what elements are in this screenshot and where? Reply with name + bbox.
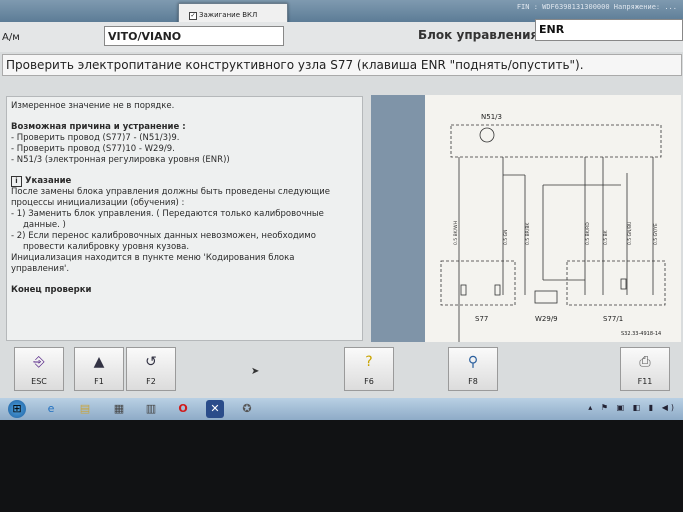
system-tray[interactable]: ▴ ⚑ ▣ ◧ ▮ ◀) [588, 403, 677, 412]
wire-label-1: 0.5 BK/WH [453, 221, 459, 245]
control-unit-field: ENR [535, 19, 683, 41]
f11-button[interactable]: ⎙ F11 [620, 347, 670, 391]
note-line-2: процессы инициализации (обучения) : [11, 198, 185, 208]
cause-line-3: - N51/3 (электронная регулировка уровня … [11, 155, 230, 165]
f8-button-label: F8 [468, 377, 478, 386]
wire-label-2: 0.5 GN [503, 230, 509, 245]
f2-button-label: F2 [146, 377, 156, 386]
wire-label-5: 0.5 BK [603, 229, 609, 245]
measured-value-text: Измеренное значение не в порядке. [11, 101, 175, 111]
document-icon: ▥ [145, 402, 157, 415]
diagram-label-w29-9: W29/9 [535, 315, 558, 323]
arrow-up-icon: ▲ [93, 354, 105, 370]
ignition-label: Зажигание ВКЛ [199, 11, 258, 19]
diagram-label-s77: S77 [475, 315, 488, 323]
cause-heading: Возможная причина и устранение : [11, 122, 186, 132]
control-unit-label: Блок управления [418, 28, 539, 42]
info-icon: i [11, 176, 22, 187]
wiring-diagram-frame: N51/3 0.5 BK/WH 0.5 GN 0.5 BR/BK 0.5 BK/… [371, 95, 681, 357]
note-heading-row: i Указание [11, 176, 358, 187]
mouse-cursor-icon: ➤ [251, 366, 260, 377]
f2-button[interactable]: ↺ F2 [126, 347, 176, 391]
app-icon: ▦ [113, 402, 125, 415]
test-step-title: Проверить электропитание конструктивного… [2, 54, 682, 76]
f1-button[interactable]: ▲ F1 [74, 347, 124, 391]
taskbar-app-1[interactable]: ▦ [110, 400, 128, 418]
u-turn-icon: ↺ [145, 354, 157, 370]
taskbar-app-2[interactable]: ▥ [142, 400, 160, 418]
xentry-icon: ✕ [210, 402, 220, 415]
fin-voltage-readout: FIN : WDF6398131300000 Напряжение: ... [516, 3, 677, 11]
note-line-7: Инициализация находится в пункте меню 'К… [11, 253, 295, 263]
wiring-diagram-svg: N51/3 0.5 BK/WH 0.5 GN 0.5 BR/BK 0.5 BK/… [440, 113, 666, 357]
vehicle-label: А/м [2, 32, 20, 43]
ignition-checkbox[interactable]: ✓ [189, 12, 197, 20]
vehicle-model-field: VITO/VIANO [104, 26, 284, 46]
note-line-6: провести калибровку уровня кузова. [23, 242, 190, 252]
wiring-diagram: N51/3 0.5 BK/WH 0.5 GN 0.5 BR/BK 0.5 BK/… [425, 95, 681, 357]
ie-icon: e [47, 402, 55, 415]
f11-button-label: F11 [637, 377, 653, 386]
exit-door-icon: ⎆ [33, 354, 45, 370]
f1-button-label: F1 [94, 377, 104, 386]
esc-button[interactable]: ⎆ ESC [14, 347, 64, 391]
wire-label-6: 0.5 GN/BU [627, 222, 633, 245]
windows-logo-icon: ⊞ [12, 402, 22, 415]
diagram-label-s77-1: S77/1 [603, 315, 623, 323]
note-line-8: управления'. [11, 264, 70, 274]
taskbar-explorer[interactable]: ▤ [76, 400, 94, 418]
opera-icon: O [178, 402, 188, 415]
diagram-label-n51-3: N51/3 [481, 113, 502, 121]
note-line-1: После замены блока управления должны быт… [11, 187, 331, 197]
taskbar-opera[interactable]: O [174, 400, 192, 418]
note-line-4: данные. ) [23, 220, 66, 230]
mercedes-star-icon: ✪ [242, 402, 252, 415]
taskbar-ie[interactable]: e [42, 400, 60, 418]
windows-taskbar: ⊞ e ▤ ▦ ▥ O ✕ ✪ ▴ ⚑ ▣ ◧ ▮ ◀) [0, 398, 683, 420]
taskbar-xentry[interactable]: ✕ [206, 400, 224, 418]
note-line-3: - 1) Заменить блок управления. ( Передаю… [11, 209, 324, 219]
printer-icon: ⎙ [639, 354, 651, 370]
wire-label-3: 0.5 BR/BK [525, 222, 531, 245]
instructions-panel[interactable]: Измеренное значение не в порядке. Возмож… [6, 96, 363, 341]
application-screen: FIN : WDF6398131300000 Напряжение: ... ✓… [0, 0, 683, 420]
esc-button-label: ESC [31, 377, 47, 386]
start-button[interactable]: ⊞ [8, 400, 26, 418]
f6-button-label: F6 [364, 377, 374, 386]
wire-label-7: 0.5 GY/YE [653, 223, 659, 245]
cause-line-2: - Проверить провод (S77)10 - W29/9. [11, 144, 175, 154]
note-line-5: - 2) Если перенос калибровочных данных н… [11, 231, 316, 241]
note-heading: Указание [25, 176, 72, 186]
folder-icon: ▤ [79, 402, 91, 415]
diagram-reference: S32.33-4918-14 [621, 331, 661, 337]
function-key-bar: ⎆ ESC ▲ F1 ↺ F2 ? F6 ⚲ F8 ⎙ F11 [0, 344, 683, 394]
taskbar-das[interactable]: ✪ [238, 400, 256, 418]
cause-line-1: - Проверить провод (S77)7 - (N51/3)9. [11, 133, 180, 143]
help-question-icon: ? [365, 354, 373, 370]
f8-button[interactable]: ⚲ F8 [448, 347, 498, 391]
end-of-test-text: Конец проверки [11, 285, 92, 295]
f6-button[interactable]: ? F6 [344, 347, 394, 391]
magnifier-icon: ⚲ [467, 354, 479, 370]
wire-label-4: 0.5 BK/RD [585, 222, 591, 245]
